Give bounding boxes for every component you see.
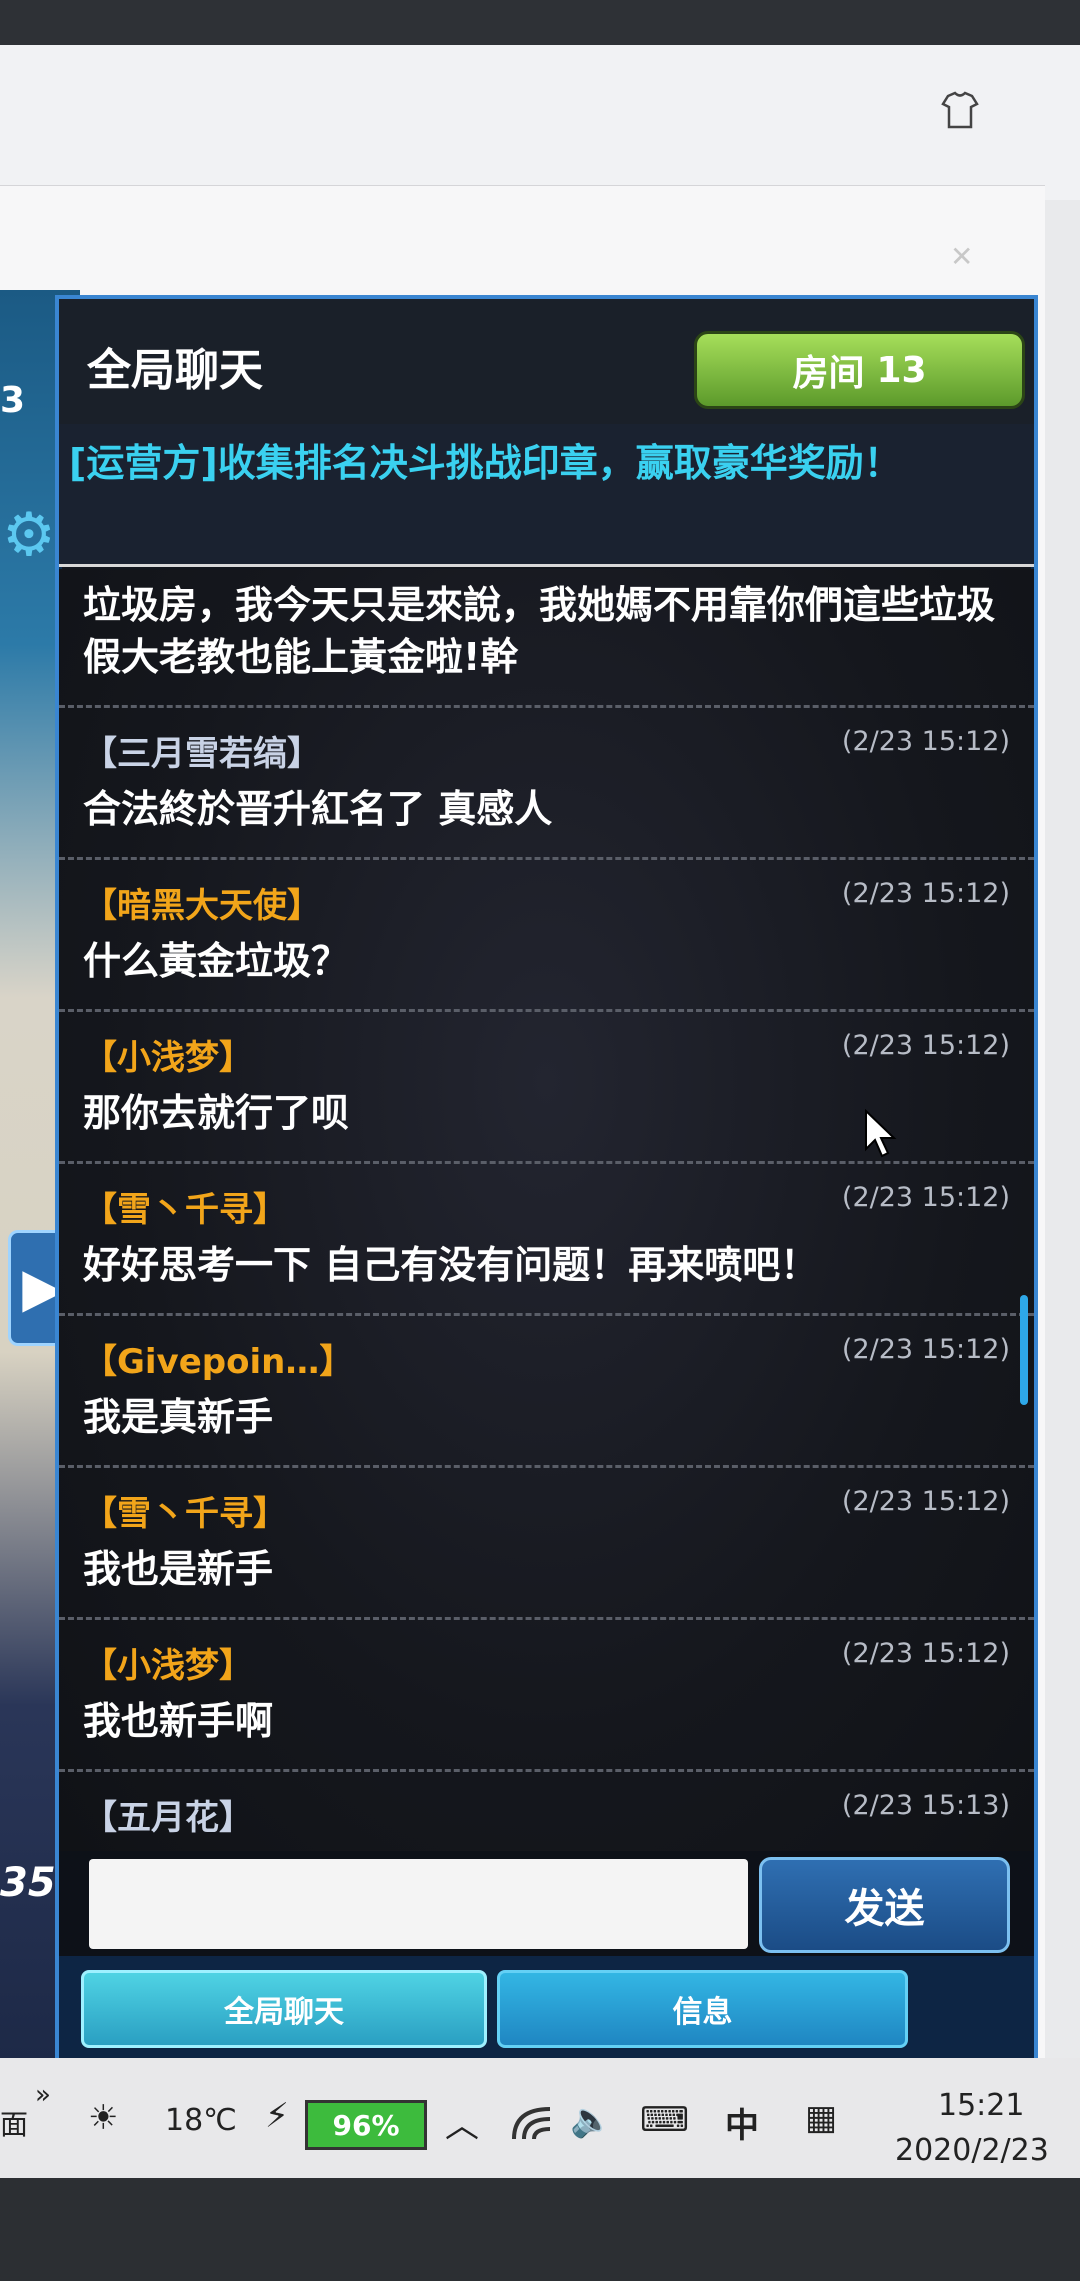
room-button[interactable]: 房间 13 (694, 331, 1025, 409)
chat-message: 【三月雪若缟】 (2/23 15:12) 合法終於晋升紅名了 真感人 (59, 708, 1034, 860)
room-number: 13 (876, 349, 927, 391)
message-time: (2/23 15:12) (841, 1486, 1010, 1517)
message-text: 垃圾房，我今天只是來說，我她媽不用靠你們這些垃圾假大老教也能上黃金啦!幹 (83, 583, 996, 679)
close-icon[interactable]: ✕ (950, 240, 973, 273)
chat-message: 【Givepoin…】 (2/23 15:12) 我是真新手 (59, 1316, 1034, 1468)
message-time: (2/23 15:12) (841, 878, 1010, 909)
chevron-double-icon[interactable]: » (35, 2080, 51, 2110)
temperature[interactable]: 18℃ (165, 2103, 237, 2138)
clock-date[interactable]: 2020/2/23 (895, 2133, 1049, 2168)
battery-indicator[interactable]: 96% (305, 2100, 427, 2150)
message-user[interactable]: 【小浅梦】 (83, 1638, 253, 1687)
input-row: 发送 (59, 1851, 1034, 1956)
scrollbar-thumb[interactable] (1020, 1295, 1028, 1405)
message-time: (2/23 15:13) (841, 1790, 1010, 1821)
message-time: (2/23 15:12) (841, 1638, 1010, 1669)
message-user[interactable]: 【雪丶千寻】 (83, 1182, 287, 1231)
tab-global-chat[interactable]: 全局聊天 (81, 1970, 487, 2048)
taskbar: 面 » ☀ 18℃ ⚡ 96% ︿ 🔈 ⌨ 中 ▦ 15:21 2020/2/2… (0, 2058, 1080, 2178)
keyboard-icon[interactable]: ⌨ (640, 2100, 689, 2140)
sun-icon: ☀ (88, 2098, 119, 2138)
plug-icon: ⚡ (265, 2096, 289, 2136)
ime-indicator[interactable]: 中 (725, 2098, 759, 2147)
message-text: 好好思考一下 自己有没有问题！再来喷吧！ (83, 1243, 819, 1287)
ime-mode-icon[interactable]: ▦ (805, 2098, 837, 2138)
chat-window: 全局聊天 房间 13 [运营方]收集排名决斗挑战印章，赢取豪华奖励！ 垃圾房，我… (55, 295, 1038, 2063)
chat-tabs: 全局聊天 信息 (59, 1956, 1034, 2059)
message-text: 合法終於晋升紅名了 真感人 (83, 787, 553, 831)
message-time: (2/23 15:12) (841, 726, 1010, 757)
side-bottom-number: 35 (0, 1860, 56, 1906)
tab-info[interactable]: 信息 (497, 1970, 908, 2048)
volume-icon[interactable]: 🔈 (570, 2100, 612, 2140)
message-text: 我也新手啊 (83, 1699, 274, 1743)
chat-message: 【小浅梦】 (2/23 15:12) 我也新手啊 (59, 1620, 1034, 1772)
chat-message: 【五月花】 (2/23 15:13) (59, 1772, 1034, 1839)
message-time: (2/23 15:12) (841, 1030, 1010, 1061)
message-user[interactable]: 【Givepoin…】 (83, 1334, 353, 1383)
message-time: (2/23 15:12) (841, 1334, 1010, 1365)
message-user[interactable]: 【五月花】 (83, 1790, 253, 1839)
side-number: 3 (0, 380, 26, 421)
room-label: 房间 (792, 353, 865, 394)
message-user[interactable]: 【暗黑大天使】 (83, 878, 321, 927)
chat-message: 【雪丶千寻】 (2/23 15:12) 好好思考一下 自己有没有问题！再来喷吧！ (59, 1164, 1034, 1316)
shirt-icon[interactable] (940, 90, 980, 130)
taskbar-edge-text: 面 (0, 2108, 29, 2141)
chat-message: 【暗黑大天使】 (2/23 15:12) 什么黃金垃圾？ (59, 860, 1034, 1012)
announcement-text: [运营方]收集排名决斗挑战印章，赢取豪华奖励！ (69, 441, 902, 485)
message-text: 我也是新手 (83, 1547, 274, 1591)
chat-input[interactable] (89, 1859, 748, 1949)
chevron-up-icon[interactable]: ︿ (445, 2098, 479, 2147)
mouse-cursor-icon (865, 1109, 897, 1158)
send-button[interactable]: 发送 (759, 1857, 1010, 1953)
message-user[interactable]: 【三月雪若缟】 (83, 726, 321, 775)
message-time: (2/23 15:12) (841, 1182, 1010, 1213)
message-list[interactable]: 垃圾房，我今天只是來說，我她媽不用靠你們這些垃圾假大老教也能上黃金啦!幹 【三月… (59, 569, 1034, 1851)
monitor-top (0, 0, 1080, 200)
chat-header: 全局聊天 房间 13 (59, 299, 1034, 428)
message-text: 什么黃金垃圾？ (83, 939, 350, 983)
monitor-bezel (0, 2178, 1080, 2281)
announcement-banner[interactable]: [运营方]收集排名决斗挑战印章，赢取豪华奖励！ (59, 424, 1034, 567)
wifi-icon[interactable] (510, 2103, 554, 2143)
gear-icon[interactable]: ⚙ (2, 500, 56, 570)
chat-message: 垃圾房，我今天只是來說，我她媽不用靠你們這些垃圾假大老教也能上黃金啦!幹 (59, 569, 1034, 708)
message-user[interactable]: 【小浅梦】 (83, 1030, 253, 1079)
message-text: 我是真新手 (83, 1395, 274, 1439)
clock-time[interactable]: 15:21 (938, 2088, 1024, 2123)
chat-message: 【雪丶千寻】 (2/23 15:12) 我也是新手 (59, 1468, 1034, 1620)
message-user[interactable]: 【雪丶千寻】 (83, 1486, 287, 1535)
chat-title: 全局聊天 (87, 345, 263, 396)
